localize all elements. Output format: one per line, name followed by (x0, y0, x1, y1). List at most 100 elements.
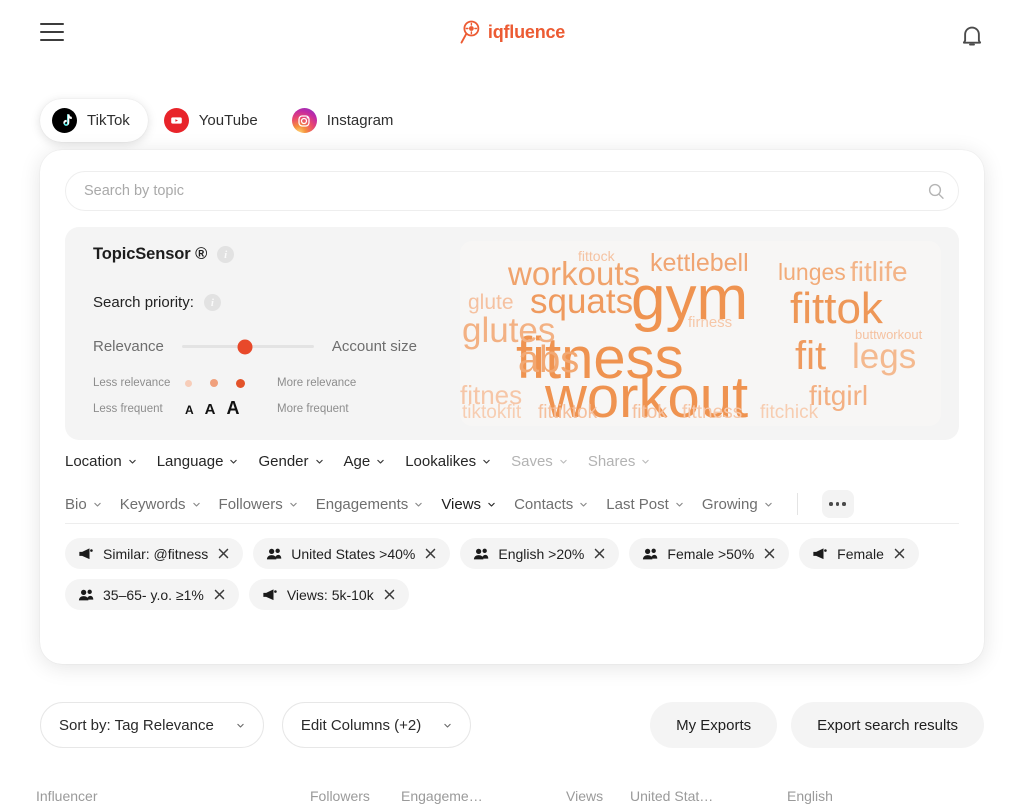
filter-menu-keywords[interactable]: Keywords (120, 496, 201, 513)
filter-menu-shares[interactable]: Shares (588, 453, 651, 470)
my-exports-button[interactable]: My Exports (650, 702, 778, 748)
chevron-down-icon (315, 459, 323, 464)
word-cloud-term[interactable]: kettlebell (650, 251, 749, 276)
filter-menu-saves[interactable]: Saves (511, 453, 568, 470)
table-column-header[interactable]: English (787, 788, 833, 804)
youtube-icon (163, 108, 189, 133)
filter-menu-bio[interactable]: Bio (65, 496, 102, 513)
filter-menu-age[interactable]: Age (344, 453, 386, 470)
tab-youtube[interactable]: YouTube (152, 99, 276, 142)
sort-by-select[interactable]: Sort by: Tag Relevance (40, 702, 264, 748)
filter-menu-language[interactable]: Language (157, 453, 239, 470)
word-cloud-term[interactable]: tiktokfit (462, 403, 521, 422)
word-cloud-term[interactable]: glute (468, 292, 514, 313)
table-column-header[interactable]: United Stat… (630, 788, 713, 804)
filter-menu-label: Views (441, 495, 482, 513)
brand-logo[interactable]: iqfluence (459, 20, 565, 44)
export-actions: My Exports Export search results (650, 702, 984, 748)
word-cloud-term[interactable]: firness (688, 315, 732, 330)
legend-left-label: Less frequent (93, 402, 163, 415)
bell-icon[interactable] (957, 20, 987, 50)
filter-chip: Female (799, 538, 919, 569)
legend-right-label: More relevance (277, 377, 357, 389)
table-column-header[interactable]: Influencer (36, 788, 97, 804)
word-cloud-term[interactable]: abs (518, 341, 579, 379)
word-cloud-term[interactable]: fittness (682, 403, 742, 422)
remove-chip-icon[interactable] (593, 547, 606, 560)
relevance-dot-large (236, 378, 245, 388)
ellipsis-dot (842, 502, 846, 506)
filter-menu-gender[interactable]: Gender (258, 453, 323, 470)
slider-right-label: Account size (331, 338, 417, 355)
filter-menu-label: Followers (218, 495, 283, 513)
chevron-down-icon (560, 459, 567, 464)
filter-menu-label: Gender (258, 453, 309, 470)
slider-knob[interactable] (237, 339, 253, 354)
word-cloud-term[interactable]: fitok (632, 403, 667, 422)
table-column-header[interactable]: Engageme… (401, 788, 483, 804)
word-cloud-term[interactable]: fittok (790, 287, 883, 331)
magnifier-target-icon (460, 20, 480, 44)
filter-chip: United States >40% (253, 538, 451, 569)
tiktok-icon (52, 108, 77, 133)
audience-icon (267, 548, 282, 559)
remove-chip-icon[interactable] (383, 588, 396, 601)
remove-chip-icon[interactable] (213, 588, 226, 601)
word-cloud-term[interactable]: buttworkout (855, 328, 922, 341)
word-cloud-term[interactable]: fittock (578, 249, 615, 263)
search-icon[interactable] (927, 182, 945, 200)
filter-menu-label: Language (156, 453, 224, 470)
export-search-results-button[interactable]: Export search results (791, 702, 984, 748)
topic-word-cloud: gym fitness workout fittok workouts squats glu… (460, 241, 941, 426)
hamburger-icon[interactable] (40, 23, 64, 41)
search-input[interactable] (65, 171, 959, 211)
edit-columns-select[interactable]: Edit Columns (+2) (281, 702, 472, 748)
ellipsis-dot (829, 502, 833, 506)
frequency-letter-small: A (185, 403, 194, 417)
tab-instagram[interactable]: Instagram (280, 99, 412, 142)
table-column-header[interactable]: Followers (310, 788, 370, 804)
divider (796, 493, 798, 515)
chevron-down-icon (676, 502, 683, 507)
filter-menu-growing[interactable]: Growing (702, 496, 773, 513)
search-bar (65, 171, 959, 211)
megaphone-icon (79, 547, 93, 559)
filter-menu-lookalikes[interactable]: Lookalikes (405, 453, 491, 470)
chevron-down-icon (642, 459, 650, 464)
chevron-down-icon (580, 502, 587, 507)
remove-chip-icon[interactable] (763, 547, 776, 560)
remove-chip-icon[interactable] (217, 547, 230, 560)
filter-menu-last-post[interactable]: Last Post (606, 496, 684, 513)
audience-icon (643, 548, 658, 559)
word-cloud-term[interactable]: fitlife (850, 258, 908, 286)
filter-chip-label: 35–65- y.o. ≥1% (103, 586, 204, 603)
filter-chip: Views: 5k-10k (248, 579, 409, 610)
results-toolbar: Sort by: Tag Relevance Edit Columns (+2) (40, 702, 472, 748)
filter-menu-followers[interactable]: Followers (219, 496, 298, 513)
priority-slider[interactable] (181, 339, 314, 354)
filter-menu-label: Last Post (606, 495, 669, 513)
info-icon[interactable]: i (203, 294, 221, 311)
remove-chip-icon[interactable] (893, 547, 906, 560)
filter-menu-label: Shares (587, 453, 636, 470)
filter-menu-location[interactable]: Location (65, 453, 137, 470)
word-cloud-term[interactable]: legs (852, 339, 916, 374)
filter-menu-label: Keywords (119, 495, 186, 513)
word-cloud-term[interactable]: fit (795, 336, 826, 376)
filter-menu-contacts[interactable]: Contacts (514, 496, 588, 513)
word-cloud-term[interactable]: fitchick (760, 403, 818, 422)
filter-chip-label: Female (837, 545, 884, 562)
filter-menu-engagements[interactable]: Engagements (316, 496, 424, 513)
more-filters-button[interactable] (821, 490, 854, 518)
filter-menu-views[interactable]: Views (441, 496, 496, 513)
slider-left-label: Relevance (93, 338, 164, 355)
remove-chip-icon[interactable] (424, 547, 437, 560)
table-column-header[interactable]: Views (566, 788, 603, 804)
word-cloud-term[interactable]: lunges (778, 261, 846, 284)
hamburger-line (40, 23, 64, 25)
relevance-dot-small (185, 379, 192, 387)
tab-tiktok[interactable]: TikTok (40, 99, 148, 142)
filter-chip-label: Views: 5k-10k (286, 586, 374, 603)
info-icon[interactable]: i (217, 246, 235, 263)
word-cloud-term[interactable]: fittiktok (538, 403, 597, 422)
